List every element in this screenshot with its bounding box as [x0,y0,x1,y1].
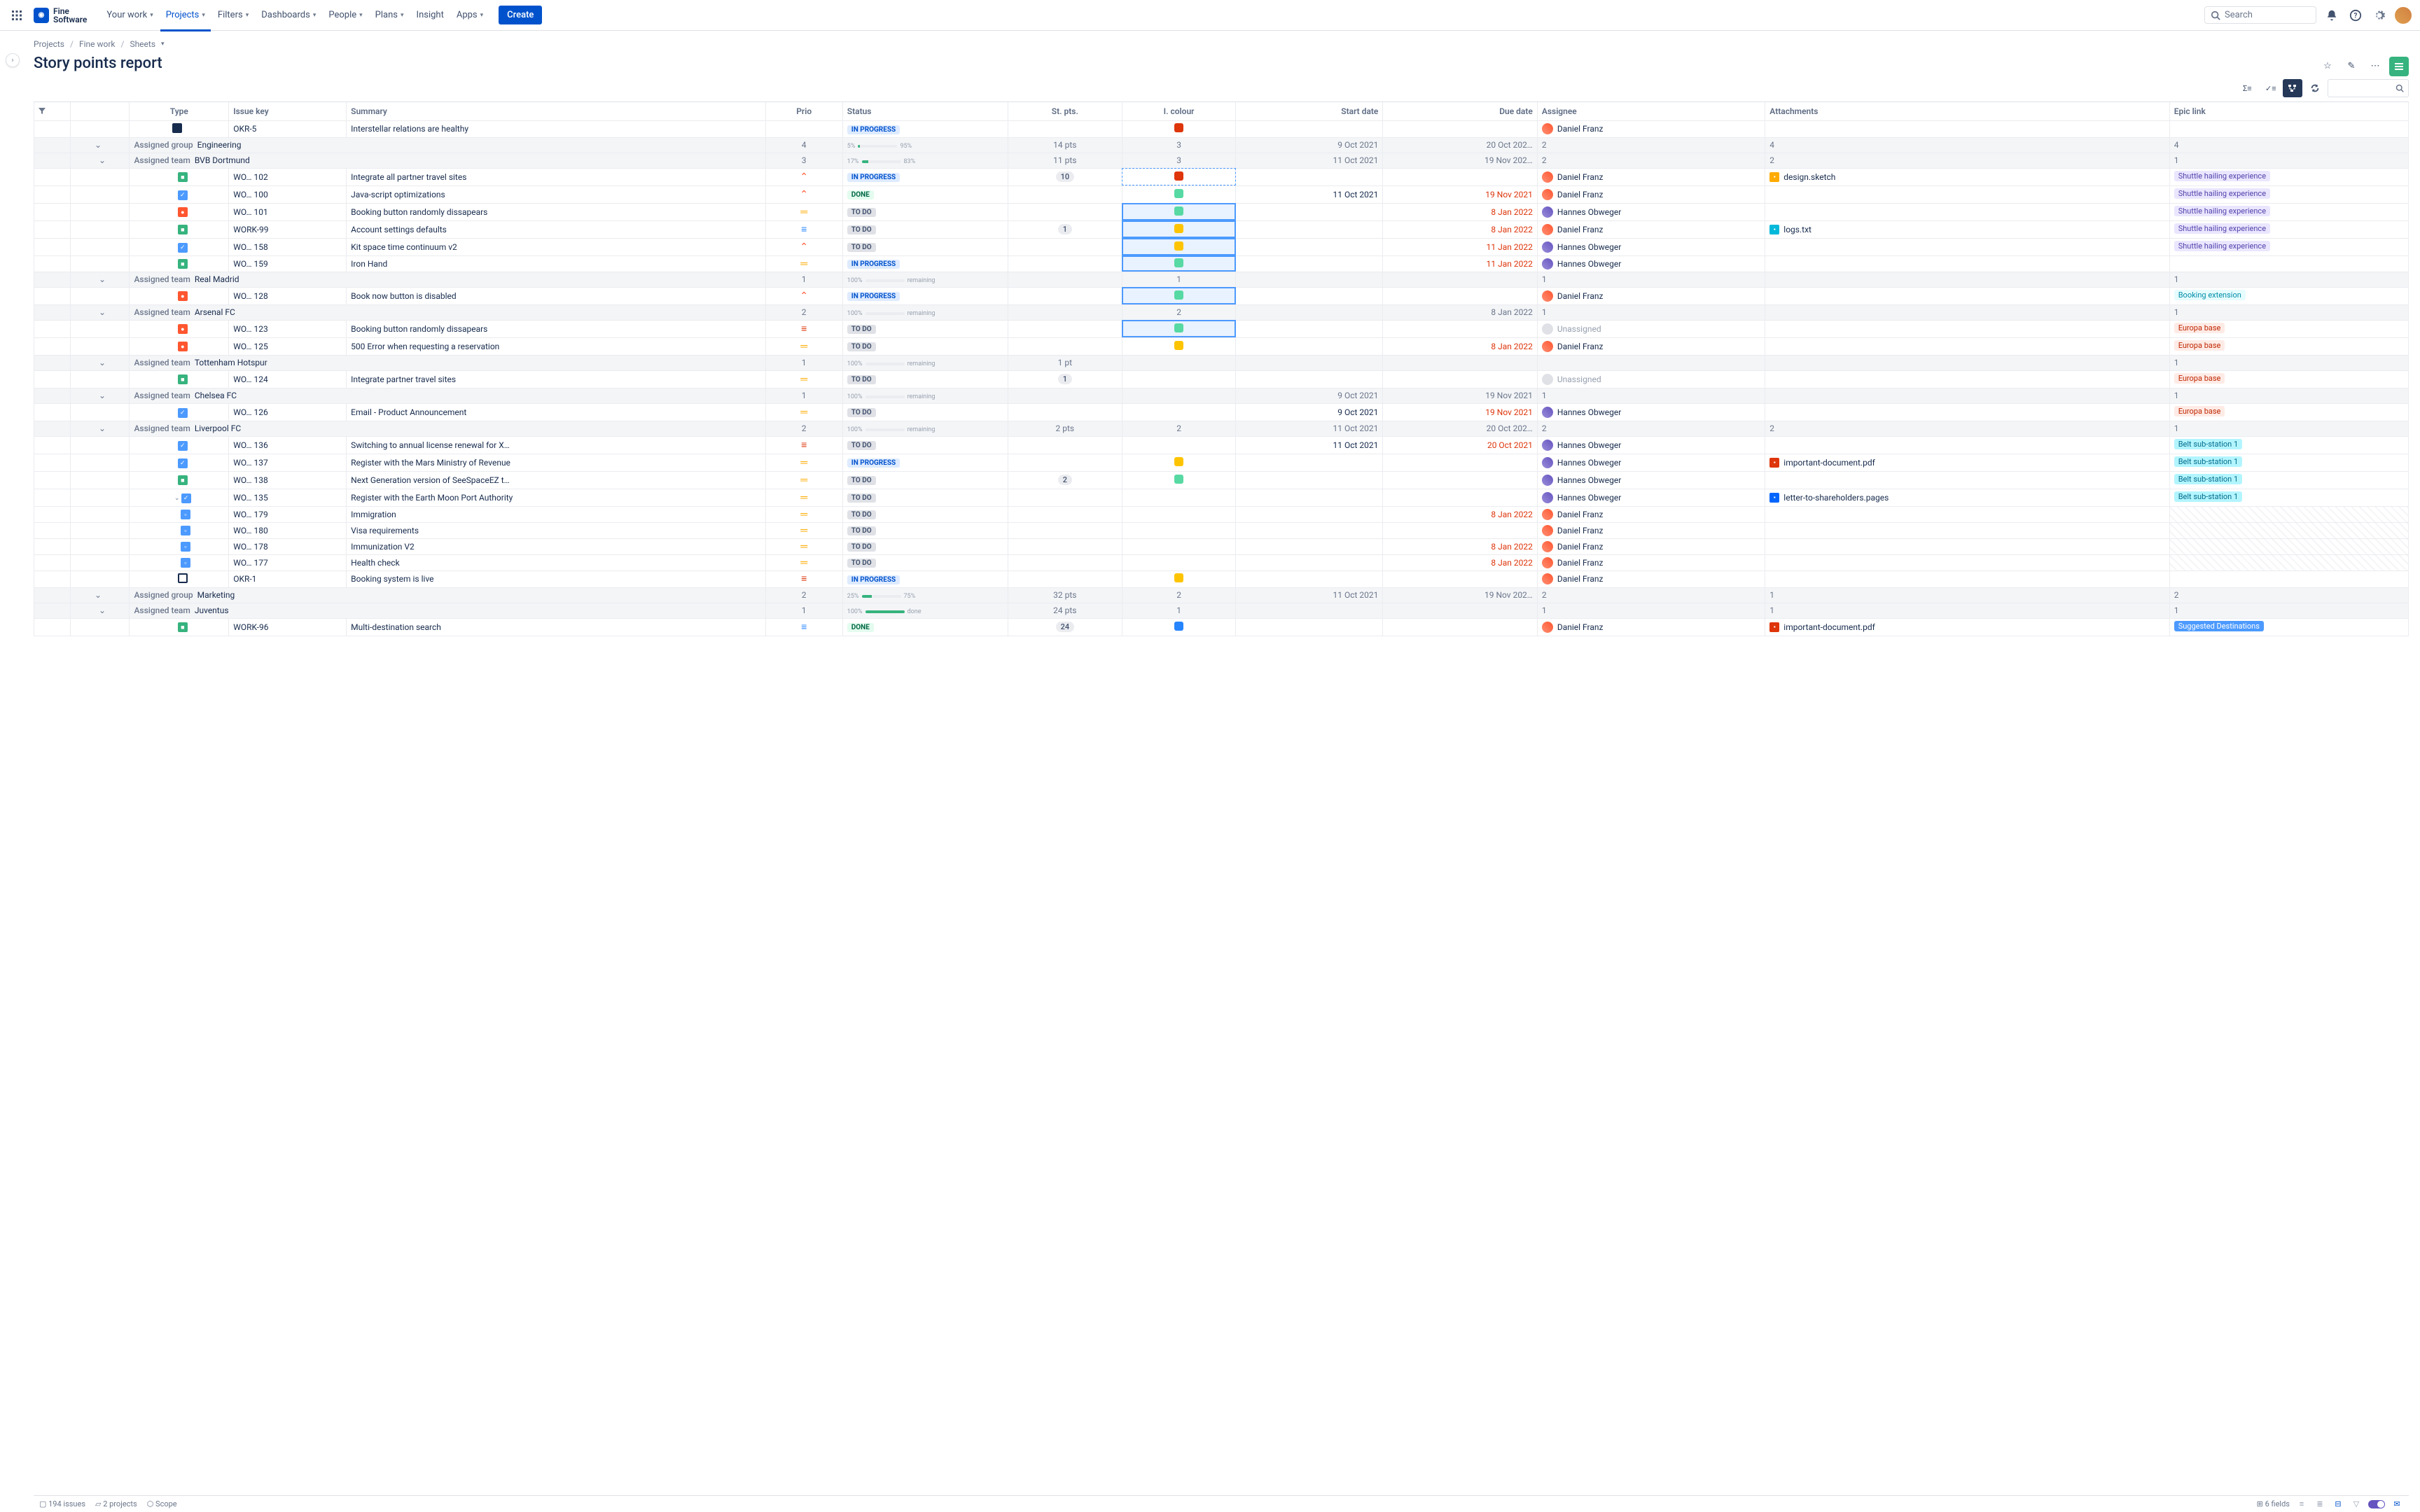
column-header[interactable]: Due date [1383,102,1537,120]
refresh-icon[interactable] [2305,79,2325,97]
issue-row[interactable]: ✓ WO… 158 Kit space time continuum v2 ⌃ … [34,238,2409,255]
search-icon [2211,10,2220,20]
settings-icon[interactable] [2371,7,2388,24]
breadcrumb-item[interactable]: Projects [34,39,64,49]
issue-row[interactable]: ✓ WO… 136 Switching to annual license re… [34,436,2409,454]
issue-row[interactable]: ▫ WO… 178 Immunization V2 ═ TO DO 8 Jan … [34,538,2409,554]
issue-row[interactable]: ✓ WO… 126 Email - Product Announcement ═… [34,403,2409,421]
issue-row[interactable]: ▫ WO… 179 Immigration ═ TO DO 8 Jan 2022… [34,506,2409,522]
logo-text-2: Software [53,15,87,24]
nav-item-dashboards[interactable]: Dashboards▾ [256,6,321,24]
view-sum-icon[interactable]: Σ≡ [2238,79,2258,97]
footer-issues: ▢ 194 issues [39,1499,85,1508]
user-avatar[interactable] [2395,7,2412,24]
nav-item-apps[interactable]: Apps▾ [451,6,489,24]
sheet-search[interactable] [2328,79,2409,97]
issue-row[interactable]: ▫ WO… 180 Visa requirements ═ TO DO Dani… [34,522,2409,538]
group-row[interactable]: ⌄ Assigned teamLiverpool FC 2 100%remain… [34,421,2409,436]
nav-item-people[interactable]: People▾ [323,6,368,24]
issue-row[interactable]: ⌄✓ WO… 135 Register with the Earth Moon … [34,489,2409,506]
footer-mail-icon[interactable]: ✉ [2391,1498,2403,1511]
more-icon[interactable]: ⋯ [2365,57,2385,76]
issue-row[interactable]: ✓ WO… 137 Register with the Mars Ministr… [34,454,2409,471]
footer-view-2[interactable]: ≣ [2314,1498,2326,1511]
view-hierarchy-icon[interactable] [2283,79,2302,97]
app-switcher-icon[interactable] [8,7,25,24]
product-logo[interactable]: ◉ FineSoftware [34,7,87,24]
column-header[interactable]: Assignee [1537,102,1765,120]
svg-text:✓≡: ✓≡ [2265,84,2276,93]
column-header[interactable]: St. pts. [1008,102,1122,120]
column-header[interactable]: Issue key [229,102,347,120]
notifications-icon[interactable] [2323,7,2340,24]
svg-text:?: ? [2354,12,2358,20]
svg-text:Σ≡: Σ≡ [2243,84,2252,93]
breadcrumb-item[interactable]: Sheets [130,39,155,49]
status-bar: ▢ 194 issues ▱ 2 projects ⬡ Scope ⊞ 6 fi… [34,1495,2409,1512]
logo-text-1: Fine [53,7,87,15]
favorite-icon[interactable]: ☆ [2318,57,2337,76]
column-header[interactable]: Summary [347,102,765,120]
edit-icon[interactable]: ✎ [2342,57,2361,76]
column-header[interactable]: Epic link [2169,102,2408,120]
footer-fields[interactable]: ⊞ 6 fields [2257,1499,2290,1508]
column-header[interactable]: Attachments [1765,102,2169,120]
group-row[interactable]: ⌄ Assigned teamReal Madrid 1 100%remaini… [34,272,2409,287]
column-header[interactable]: Status [842,102,1008,120]
column-header[interactable]: I. colour [1122,102,1236,120]
issue-row[interactable]: ■ WO… 138 Next Generation version of See… [34,471,2409,489]
filter-column[interactable] [34,102,71,120]
issue-row[interactable]: ■ WORK-96 Multi-destination search ≡ DON… [34,618,2409,636]
breadcrumb-item[interactable]: Fine work [79,39,116,49]
column-header[interactable]: Type [130,102,229,120]
breadcrumb: Projects / Fine work / Sheets ▾ [34,31,2409,53]
sheet-app-icon[interactable] [2389,57,2409,76]
page-title: Story points report [34,53,162,79]
issue-row[interactable]: ● WO… 128 Book now button is disabled ⌃ … [34,287,2409,304]
footer-toggle[interactable] [2368,1500,2385,1508]
nav-item-projects[interactable]: Projects▾ [160,6,211,24]
search-icon [2395,84,2404,92]
group-row[interactable]: ⌄ Assigned teamTottenham Hotspur 1 100%r… [34,355,2409,370]
issue-row[interactable]: ■ WO… 102 Integrate all partner travel s… [34,168,2409,186]
column-header[interactable]: Prio [765,102,842,120]
issues-table: TypeIssue keySummaryPrioStatusSt. pts.I.… [34,102,2409,636]
group-row[interactable]: ⌄ Assigned groupMarketing 2 25%75% 32 pt… [34,587,2409,603]
column-header[interactable]: Start date [1236,102,1383,120]
group-row[interactable]: ⌄ Assigned teamJuventus 1 100%done 24 pt… [34,603,2409,618]
create-button[interactable]: Create [499,6,542,24]
sidebar-expand-handle[interactable]: › [6,53,20,67]
issue-row[interactable]: ■ WORK-99 Account settings defaults ≡ TO… [34,220,2409,238]
issue-row[interactable]: ● WO… 125 500 Error when requesting a re… [34,337,2409,355]
nav-item-filters[interactable]: Filters▾ [212,6,254,24]
group-row[interactable]: ⌄ Assigned teamBVB Dortmund 3 17%83% 11 … [34,153,2409,168]
issue-row[interactable]: ■ WO… 124 Integrate partner travel sites… [34,370,2409,388]
footer-view-1[interactable]: ≡ [2295,1498,2308,1511]
search-placeholder: Search [2225,10,2253,20]
footer-scope[interactable]: ⬡ Scope [147,1499,177,1508]
help-icon[interactable]: ? [2347,7,2364,24]
nav-item-insight[interactable]: Insight [411,6,450,24]
nav-item-your-work[interactable]: Your work▾ [101,6,158,24]
footer-projects: ▱ 2 projects [95,1499,137,1508]
global-search[interactable]: Search [2204,6,2316,24]
chevron-down-icon[interactable]: ▾ [161,41,165,48]
issue-row[interactable]: OKR-1 Booking system is live ≡ IN PROGRE… [34,570,2409,587]
issue-row[interactable]: ▫ WO… 177 Health check ═ TO DO 8 Jan 202… [34,554,2409,570]
nav-item-plans[interactable]: Plans▾ [370,6,410,24]
issue-row[interactable]: OKR-5 Interstellar relations are healthy… [34,120,2409,137]
top-navigation: ◉ FineSoftware Your work▾Projects▾Filter… [0,0,2420,31]
view-checklist-icon[interactable]: ✓≡ [2260,79,2280,97]
group-row[interactable]: ⌄ Assigned teamArsenal FC 2 100%remainin… [34,304,2409,320]
footer-hierarchy[interactable]: ⊟ [2332,1498,2344,1511]
issue-row[interactable]: ■ WO… 159 Iron Hand ═ IN PROGRESS 11 Jan… [34,255,2409,272]
issue-row[interactable]: ● WO… 101 Booking button randomly dissap… [34,203,2409,220]
issue-row[interactable]: ✓ WO… 100 Java-script optimizations ⌃ DO… [34,186,2409,203]
group-row[interactable]: ⌄ Assigned teamChelsea FC 1 100%remainin… [34,388,2409,403]
footer-filter[interactable]: ▽ [2350,1498,2363,1511]
issue-row[interactable]: ● WO… 123 Booking button randomly dissap… [34,320,2409,337]
group-row[interactable]: ⌄ Assigned groupEngineering 4 5%95% 14 p… [34,137,2409,153]
